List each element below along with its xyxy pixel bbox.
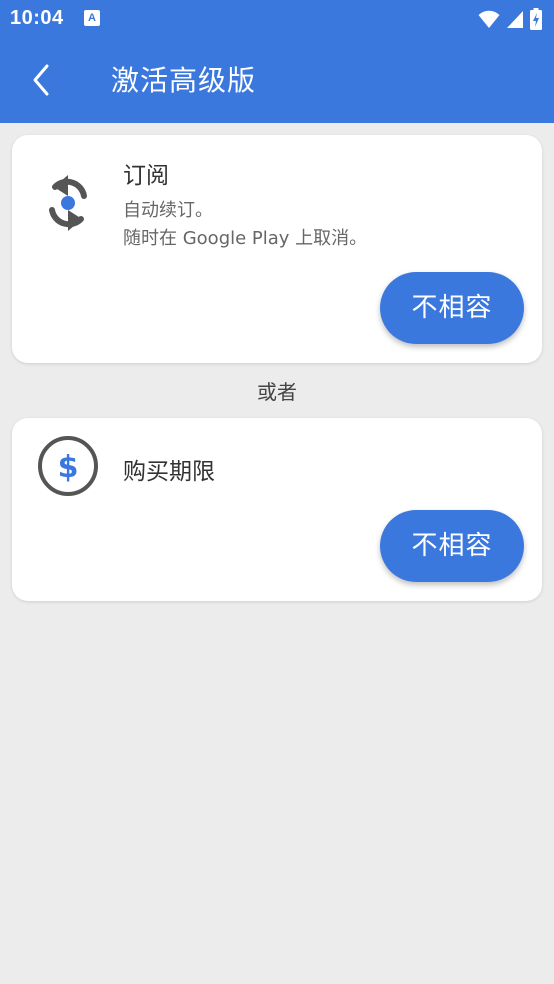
- subscription-card: 订阅 自动续订。 随时在 Google Play 上取消。 不相容: [12, 135, 542, 363]
- subscription-desc-line1: 自动续订。: [123, 200, 213, 221]
- subscribe-button[interactable]: 不相容: [380, 272, 524, 344]
- purchase-button[interactable]: 不相容: [380, 510, 524, 582]
- sync-icon: [49, 175, 87, 231]
- battery-charging-icon: [530, 8, 542, 30]
- status-bar: 10:04 A: [0, 0, 554, 38]
- wifi-icon: [478, 10, 500, 28]
- app-notification-icon: A: [84, 10, 100, 26]
- page-title: 激活高级版: [111, 64, 257, 97]
- lifetime-title: 购买期限: [123, 459, 215, 485]
- dollar-icon: $: [38, 436, 98, 496]
- back-arrow-icon: [33, 64, 49, 96]
- subscription-title: 订阅: [123, 163, 169, 189]
- signal-icon: [507, 11, 523, 28]
- lifetime-purchase-card: $ 购买期限 不相容: [12, 418, 542, 601]
- status-icons: [478, 8, 542, 30]
- app-toolbar: 激活高级版: [0, 38, 554, 123]
- status-time: 10:04: [10, 7, 64, 29]
- or-separator: 或者: [257, 380, 297, 404]
- svg-text:$: $: [58, 450, 79, 485]
- back-button[interactable]: [22, 58, 66, 102]
- subscription-desc-line2: 随时在 Google Play 上取消。: [123, 228, 368, 249]
